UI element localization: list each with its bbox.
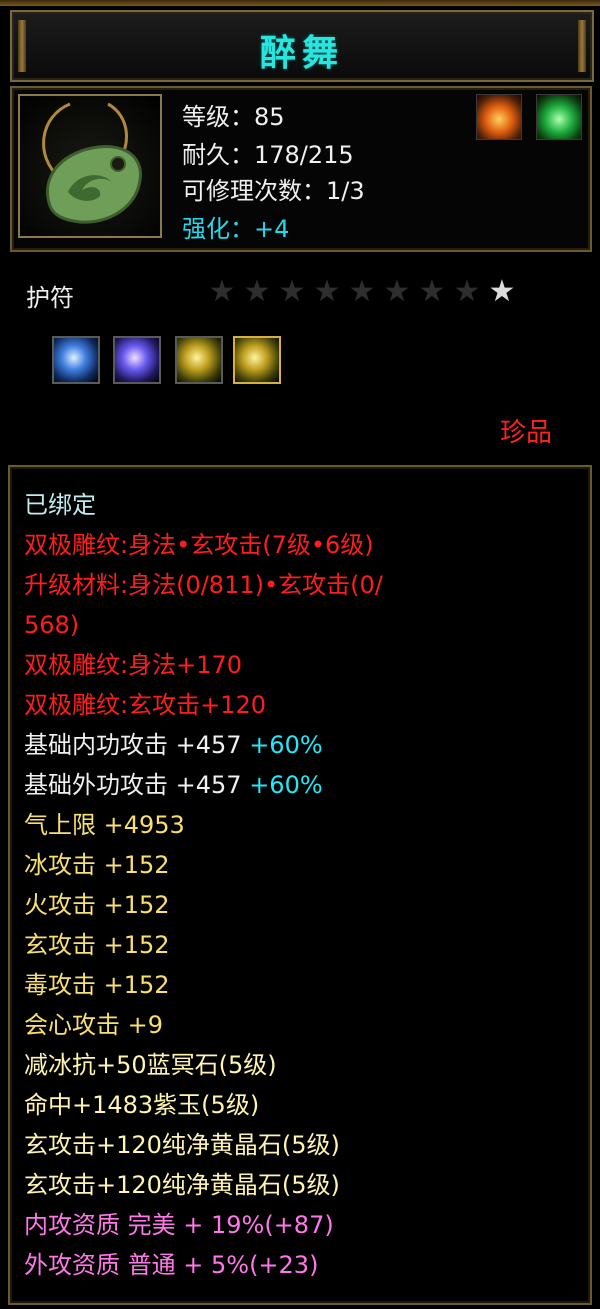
gem-line: 减冰抗+50蓝冥石(5级): [24, 1051, 277, 1079]
inner-attack-bonus: +60%: [249, 731, 323, 759]
outer-quality-line: 外攻资质 普通 + 5%(+23): [24, 1251, 319, 1279]
outer-attack-bonus: +60%: [249, 771, 323, 799]
fire-icon: [476, 94, 522, 140]
wood-icon: [536, 94, 582, 140]
ice-attack-line: 冰攻击 +152: [24, 851, 170, 879]
item-tooltip: 醉舞 等级：85 耐久：178/215 可修理次数：1/3 强化：+4 护符 ★…: [0, 0, 600, 1309]
repair-count-text: 可修理次数：1/3: [182, 177, 365, 205]
star-icon: ★: [383, 274, 411, 309]
inner-quality-line: 内攻资质 完美 + 19%(+87): [24, 1211, 334, 1239]
yellow-gem-icon[interactable]: [175, 336, 223, 384]
qi-limit-line: 气上限 +4953: [24, 811, 185, 839]
level-text: 等级：85: [182, 103, 285, 131]
fire-attack-line: 火攻击 +152: [24, 891, 170, 919]
star-icon: ★: [488, 274, 516, 309]
rarity-label: 珍品: [499, 418, 552, 448]
enhance-text: 强化：+4: [182, 215, 290, 243]
slot-type: 护符: [26, 284, 74, 312]
outer-attack-line: 基础外功攻击 +457 +60%: [24, 765, 584, 805]
carve-mystic-line: 双极雕纹:玄攻击+120: [24, 691, 267, 719]
star-icon: ★: [348, 274, 376, 309]
amulet-icon: [18, 94, 162, 238]
upgrade-material-line: 升级材料:身法(0/811)•玄攻击(0/: [24, 571, 383, 599]
durability-text: 耐久：178/215: [182, 141, 354, 169]
purple-gem-icon[interactable]: [113, 336, 161, 384]
poison-attack-line: 毒攻击 +152: [24, 971, 170, 999]
title-bar: 醉舞: [10, 10, 594, 82]
star-icon: ★: [313, 274, 341, 309]
star-icon: ★: [418, 274, 446, 309]
star-icon: ★: [278, 274, 306, 309]
blue-gem-icon[interactable]: [52, 336, 100, 384]
crit-attack-line: 会心攻击 +9: [24, 1011, 164, 1039]
star-icon: ★: [243, 274, 271, 309]
gem-line: 玄攻击+120纯净黄晶石(5级): [24, 1131, 340, 1159]
carve-line: 双极雕纹:身法•玄攻击(7级•6级): [24, 531, 374, 559]
inner-attack-line: 基础内功攻击 +457 +60%: [24, 725, 584, 765]
mystic-attack-line: 玄攻击 +152: [24, 931, 170, 959]
inner-attack-value: 基础内功攻击 +457: [24, 731, 242, 759]
upgrade-material-line-cont: 568): [24, 611, 80, 639]
star-icon: ★: [453, 274, 481, 309]
carve-agility-line: 双极雕纹:身法+170: [24, 651, 243, 679]
item-name: 醉舞: [259, 33, 344, 74]
attributes-list: 已绑定 双极雕纹:身法•玄攻击(7级•6级) 升级材料:身法(0/811)•玄攻…: [24, 485, 584, 1285]
star-rating: ★ ★ ★ ★ ★ ★ ★ ★ ★: [206, 276, 518, 308]
bound-status: 已绑定: [24, 491, 96, 519]
gem-line: 玄攻击+120纯净黄晶石(5级): [24, 1171, 340, 1199]
gem-line: 命中+1483紫玉(5级): [24, 1091, 260, 1119]
top-border: [0, 0, 600, 6]
outer-attack-value: 基础外功攻击 +457: [24, 771, 242, 799]
star-icon: ★: [208, 274, 236, 309]
yellow-gem-icon-selected[interactable]: [233, 336, 281, 384]
